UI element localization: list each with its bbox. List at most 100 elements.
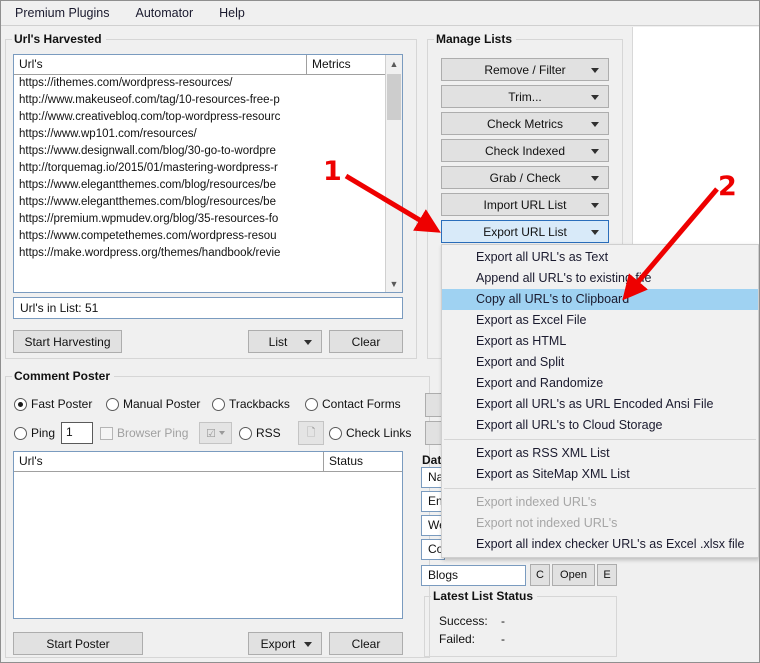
radio-rss[interactable]: RSS [239, 426, 281, 440]
grab-check-button[interactable]: Grab / Check [441, 166, 609, 189]
list-item[interactable]: https://ithemes.com/wordpress-resources/ [14, 75, 385, 92]
poster-list-body[interactable] [14, 472, 402, 618]
harvested-list-header: Url's Metrics [14, 55, 402, 75]
radio-dot-icon [14, 426, 27, 440]
menu-item-export-all-urls-as-url-encoded-ansi-file[interactable]: Export all URL's as URL Encoded Ansi Fil… [442, 394, 758, 415]
radio-contact-forms-label: Contact Forms [322, 397, 401, 411]
checkbox-browser-ping-label: Browser Ping [117, 426, 189, 440]
list-item[interactable]: http://www.makeuseof.com/tag/10-resource… [14, 92, 385, 109]
checkbox-browser-ping[interactable]: Browser Ping [100, 426, 188, 440]
harvested-list-dropdown-button[interactable]: List [248, 330, 322, 353]
annotation-number-2: 2 [718, 171, 737, 202]
chevron-down-icon [591, 67, 599, 73]
list-item[interactable]: https://www.elegantthemes.com/blog/resou… [14, 194, 385, 211]
poster-export-label: Export [260, 636, 296, 651]
check-indexed-label: Check Indexed [484, 143, 566, 158]
radio-contact-forms[interactable]: Contact Forms [305, 397, 401, 411]
scroll-down-icon[interactable]: ▼ [386, 275, 402, 292]
radio-dot-icon [239, 426, 252, 440]
ping-count-input[interactable]: 1 [61, 422, 93, 444]
menu-item-export-as-rss-xml-list[interactable]: Export as RSS XML List [442, 443, 758, 464]
scrollbar-thumb[interactable] [387, 74, 401, 120]
radio-check-links[interactable]: Check Links [329, 426, 411, 440]
check-metrics-label: Check Metrics [486, 116, 563, 131]
column-header-urls[interactable]: Url's [14, 55, 307, 74]
menu-item-export-all-urls-to-cloud-storage[interactable]: Export all URL's to Cloud Storage [442, 415, 758, 436]
poster-clear-button[interactable]: Clear [329, 632, 403, 655]
radio-fast-poster-label: Fast Poster [31, 397, 93, 411]
radio-manual-poster[interactable]: Manual Poster [106, 397, 200, 411]
urls-harvested-title: Url's Harvested [12, 32, 106, 46]
scroll-up-icon[interactable]: ▲ [386, 55, 402, 72]
list-item[interactable]: https://make.wordpress.org/themes/handbo… [14, 245, 385, 262]
export-url-list-label: Export URL List [483, 224, 567, 239]
menu-item-export-all-index-checker-urls-as-excel-xlsx-file[interactable]: Export all index checker URL's as Excel … [442, 534, 758, 555]
radio-trackbacks[interactable]: Trackbacks [212, 397, 290, 411]
radio-ping-label: Ping [31, 426, 56, 440]
status-failed-value: - [501, 632, 505, 646]
menu-premium-plugins[interactable]: Premium Plugins [13, 3, 119, 24]
start-poster-button[interactable]: Start Poster [13, 632, 143, 655]
chevron-down-icon [218, 431, 225, 435]
column-header-metrics[interactable]: Metrics [307, 55, 385, 74]
poster-url-list[interactable]: Url's Status [13, 451, 403, 619]
list-item[interactable]: http://www.creativebloq.com/top-wordpres… [14, 109, 385, 126]
radio-dot-icon [305, 397, 318, 411]
blogs-input[interactable]: Blogs [421, 565, 526, 586]
column-header-poster-urls[interactable]: Url's [14, 452, 324, 471]
chevron-down-icon [591, 229, 599, 235]
blogs-e-button[interactable]: E [597, 564, 617, 586]
import-url-list-label: Import URL List [483, 197, 567, 212]
list-item[interactable]: https://www.wp101.com/resources/ [14, 126, 385, 143]
harvested-list-scrollbar[interactable]: ▲ ▼ [385, 55, 402, 292]
annotation-number-1: 1 [323, 156, 342, 187]
status-success-value: - [501, 614, 505, 628]
rss-copy-button[interactable]: 🗋 [298, 421, 324, 445]
export-url-list-menu[interactable]: Export all URL's as Text Append all URL'… [441, 244, 759, 558]
check-metrics-button[interactable]: Check Metrics [441, 112, 609, 135]
menu-item-export-and-randomize[interactable]: Export and Randomize [442, 373, 758, 394]
comment-poster-title: Comment Poster [12, 369, 115, 383]
menu-item-copy-all-urls-to-clipboard[interactable]: Copy all URL's to Clipboard [442, 289, 758, 310]
remove-filter-button[interactable]: Remove / Filter [441, 58, 609, 81]
harvested-url-list[interactable]: Url's Metrics https://ithemes.com/wordpr… [13, 54, 403, 293]
menu-item-export-and-split[interactable]: Export and Split [442, 352, 758, 373]
chevron-down-icon [304, 641, 312, 647]
blogs-open-button[interactable]: Open [552, 564, 595, 586]
check-indexed-button[interactable]: Check Indexed [441, 139, 609, 162]
radio-ping[interactable]: Ping [14, 426, 55, 440]
list-item[interactable]: https://www.competethemes.com/wordpress-… [14, 228, 385, 245]
menu-separator [444, 439, 756, 440]
menu-separator [444, 488, 756, 489]
browser-ping-options-button[interactable]: ☑ [199, 422, 232, 444]
start-harvesting-button[interactable]: Start Harvesting [13, 330, 122, 353]
chevron-down-icon [304, 339, 312, 345]
radio-dot-icon [212, 397, 225, 411]
harvested-clear-button[interactable]: Clear [329, 330, 403, 353]
remove-filter-label: Remove / Filter [484, 62, 566, 77]
menu-automator[interactable]: Automator [133, 3, 203, 24]
radio-fast-poster[interactable]: Fast Poster [14, 397, 92, 411]
trim-label: Trim... [508, 89, 542, 104]
import-url-list-button[interactable]: Import URL List [441, 193, 609, 216]
poster-export-dropdown-button[interactable]: Export [248, 632, 322, 655]
trim-button[interactable]: Trim... [441, 85, 609, 108]
menu-help[interactable]: Help [217, 3, 255, 24]
latest-list-status-title: Latest List Status [431, 589, 538, 603]
menu-item-export-as-sitemap-xml-list[interactable]: Export as SiteMap XML List [442, 464, 758, 485]
checkbox-box-icon [100, 426, 113, 440]
list-item[interactable]: https://premium.wpmudev.org/blog/35-reso… [14, 211, 385, 228]
radio-dot-icon [106, 397, 119, 411]
radio-dot-icon [329, 426, 342, 440]
menu-item-append-all-urls-to-existing-file[interactable]: Append all URL's to existing file [442, 268, 758, 289]
copy-icon: 🗋 [306, 426, 316, 439]
application-window: Premium Plugins Automator Help Url's Har… [0, 0, 760, 663]
column-header-status[interactable]: Status [324, 452, 402, 471]
blogs-c-button[interactable]: C [530, 564, 550, 586]
grab-check-label: Grab / Check [489, 170, 561, 185]
radio-check-links-label: Check Links [346, 426, 412, 440]
menu-item-export-all-urls-as-text[interactable]: Export all URL's as Text [442, 247, 758, 268]
menu-item-export-as-excel-file[interactable]: Export as Excel File [442, 310, 758, 331]
menu-item-export-as-html[interactable]: Export as HTML [442, 331, 758, 352]
export-url-list-button[interactable]: Export URL List [441, 220, 609, 243]
